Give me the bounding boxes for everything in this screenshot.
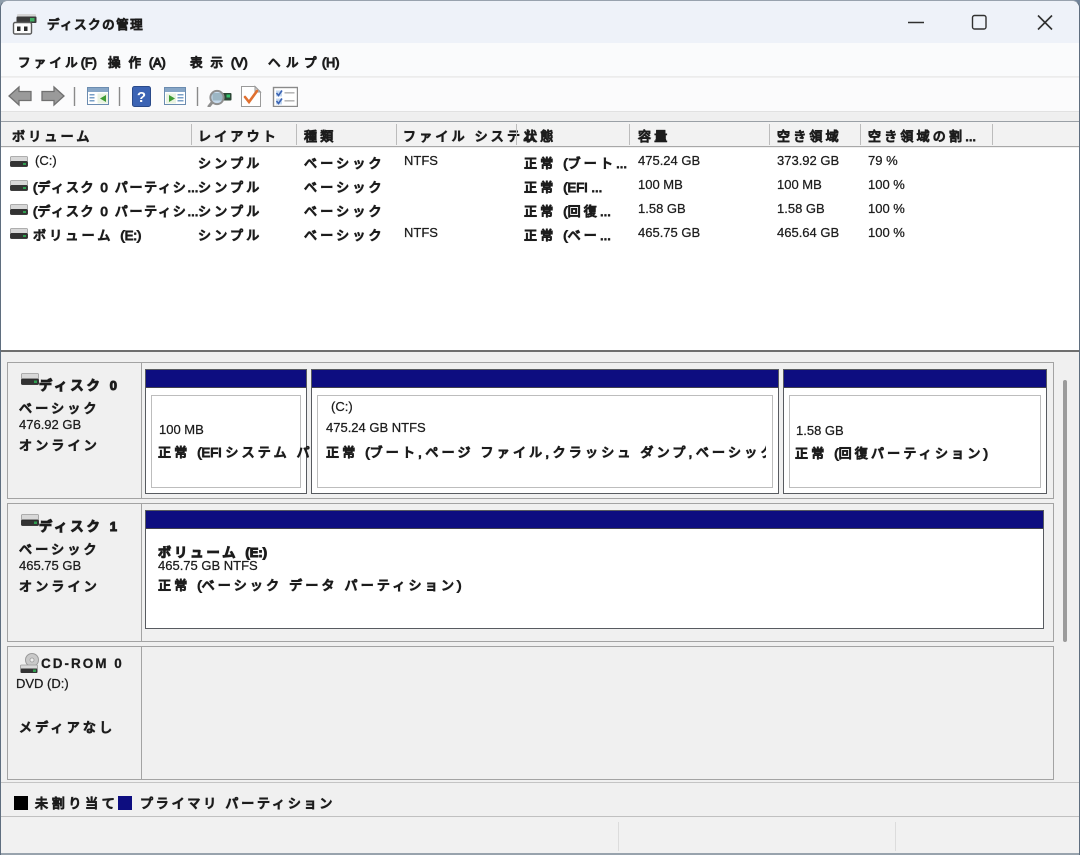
svg-text:?: ?	[137, 89, 146, 106]
